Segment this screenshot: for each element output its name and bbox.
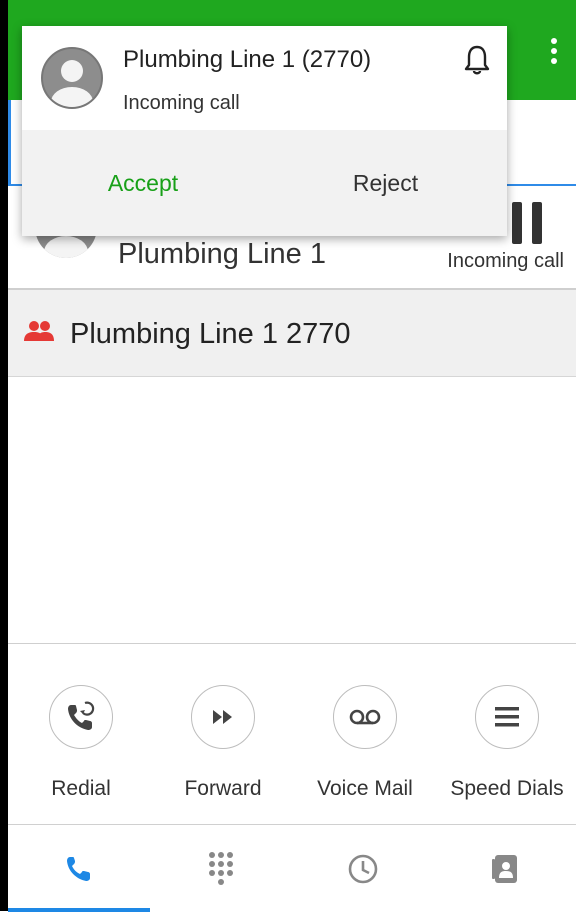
person-icon [51, 60, 93, 107]
contacts-icon [492, 854, 517, 883]
phone-icon [67, 856, 90, 881]
group-label: Plumbing Line 1 2770 [70, 318, 351, 350]
nav-tab-dialpad[interactable] [150, 825, 292, 912]
forward-icon [213, 710, 232, 724]
redial-label: Redial [51, 777, 111, 800]
bell-icon [464, 45, 490, 75]
accept-button[interactable]: Accept [22, 130, 264, 236]
redial-button[interactable]: Redial [21, 685, 141, 801]
incoming-call-notification[interactable]: Plumbing Line 1 (2770) Incoming call Acc… [22, 26, 507, 236]
nav-tab-history[interactable] [292, 825, 434, 912]
speed-dials-button[interactable]: Speed Dials [447, 685, 567, 801]
overflow-menu-icon[interactable] [550, 38, 558, 68]
notification-title: Plumbing Line 1 (2770) [123, 46, 372, 73]
voicemail-icon [349, 709, 381, 725]
call-status: Incoming call [447, 250, 564, 272]
group-icon [24, 321, 54, 341]
caller-name: Plumbing Line 1 [118, 238, 326, 270]
history-icon [348, 854, 378, 883]
forward-button[interactable]: Forward [163, 685, 283, 801]
speed-dials-label: Speed Dials [450, 777, 564, 800]
reject-button[interactable]: Reject [264, 130, 507, 236]
hold-icon[interactable] [512, 202, 542, 244]
notification-avatar [41, 47, 103, 109]
speed-dials-icon [495, 707, 519, 727]
forward-label: Forward [184, 777, 262, 800]
notification-subtitle: Incoming call [123, 92, 240, 114]
dialpad-icon [209, 851, 233, 885]
bottom-navigation [8, 824, 576, 912]
divider [8, 643, 576, 644]
voice-mail-button[interactable]: Voice Mail [305, 685, 425, 801]
nav-tab-calls[interactable] [8, 825, 150, 912]
window-edge [0, 0, 8, 911]
nav-tab-contacts[interactable] [434, 825, 576, 912]
redial-icon [68, 701, 95, 730]
active-tab-indicator [8, 908, 150, 912]
call-group-row[interactable]: Plumbing Line 1 2770 [8, 290, 576, 377]
voice-mail-label: Voice Mail [317, 777, 413, 800]
